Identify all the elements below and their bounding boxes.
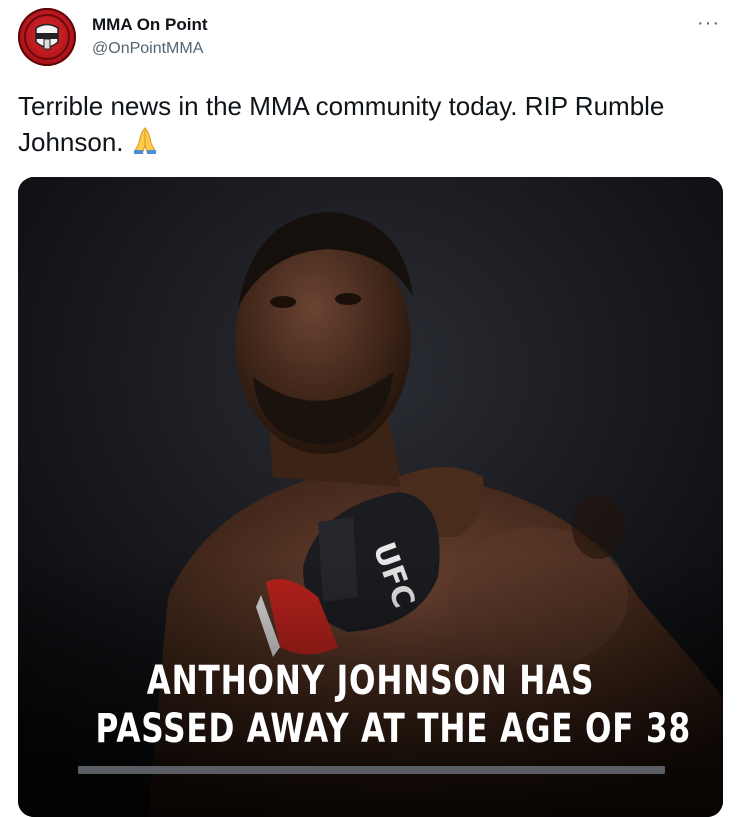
user-handle[interactable]: @OnPointMMA bbox=[92, 40, 203, 58]
avatar[interactable] bbox=[18, 8, 76, 66]
tweet-image[interactable]: UFC ANTHONY JOHNSON HAS PASSED AWAY AT T… bbox=[18, 177, 723, 817]
caption-line-1: ANTHONY JOHNSON HAS bbox=[146, 658, 595, 704]
caption-line-2: PASSED AWAY AT THE AGE OF 38 bbox=[95, 706, 692, 752]
mma-on-point-logo-icon bbox=[24, 14, 70, 60]
folded-hands-emoji-icon bbox=[130, 125, 160, 164]
tweet-body: Terrible news in the MMA community today… bbox=[18, 91, 665, 157]
display-name[interactable]: MMA On Point bbox=[92, 15, 208, 35]
tweet-text: Terrible news in the MMA community today… bbox=[18, 88, 698, 164]
more-options-icon[interactable]: ··· bbox=[697, 12, 720, 35]
image-caption: ANTHONY JOHNSON HAS PASSED AWAY AT THE A… bbox=[95, 657, 692, 753]
caption-divider bbox=[78, 766, 665, 774]
tweet-header: MMA On Point @OnPointMMA ··· bbox=[0, 0, 742, 80]
